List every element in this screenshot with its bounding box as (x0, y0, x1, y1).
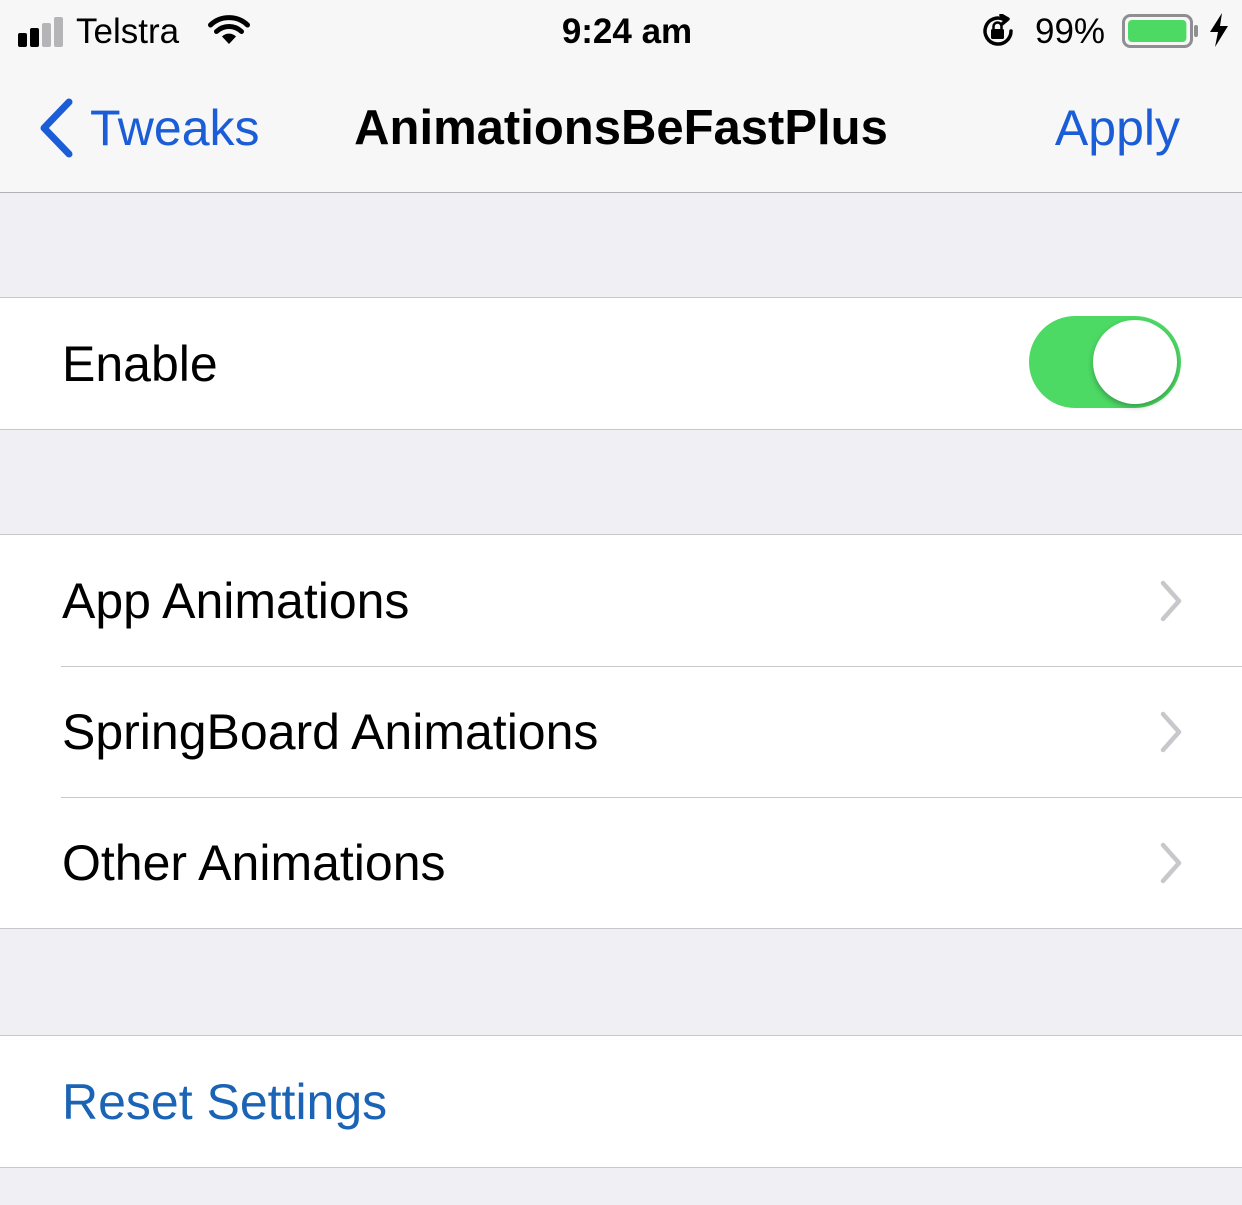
list-item-label: App Animations (62, 573, 410, 629)
list-item-other-animations[interactable]: Other Animations (0, 797, 1242, 928)
list-item-label: Other Animations (62, 835, 446, 891)
reset-settings-button[interactable]: Reset Settings (0, 1036, 1242, 1167)
list-item-label: SpringBoard Animations (62, 704, 599, 760)
enable-row: Enable (0, 298, 1242, 429)
list-item-springboard-animations[interactable]: SpringBoard Animations (0, 666, 1242, 797)
battery-icon (1122, 14, 1198, 48)
chevron-left-icon (40, 98, 73, 158)
apply-button[interactable]: Apply (1055, 98, 1180, 158)
battery-percentage: 99% (1035, 12, 1106, 51)
enable-section: Enable (0, 297, 1242, 430)
rotation-lock-icon (983, 14, 1013, 46)
back-button-label: Tweaks (90, 100, 260, 156)
chevron-right-icon (1160, 580, 1182, 622)
reset-settings-label: Reset Settings (62, 1074, 388, 1130)
chevron-right-icon (1160, 711, 1182, 753)
charging-bolt-icon (1210, 13, 1228, 47)
reset-section: Reset Settings (0, 1035, 1242, 1168)
status-bar: Telstra 9:24 am 99% (0, 0, 1242, 64)
back-button[interactable]: Tweaks (36, 96, 260, 160)
page-title: AnimationsBeFastPlus (354, 101, 888, 155)
navigation-bar: Tweaks AnimationsBeFastPlus Apply (0, 64, 1242, 193)
animations-section: App Animations SpringBoard Animations Ot… (0, 534, 1242, 929)
chevron-right-icon (1160, 842, 1182, 884)
toggle-knob (1093, 320, 1177, 404)
enable-label: Enable (62, 336, 218, 392)
enable-toggle[interactable] (1029, 316, 1181, 408)
list-item-app-animations[interactable]: App Animations (0, 535, 1242, 666)
